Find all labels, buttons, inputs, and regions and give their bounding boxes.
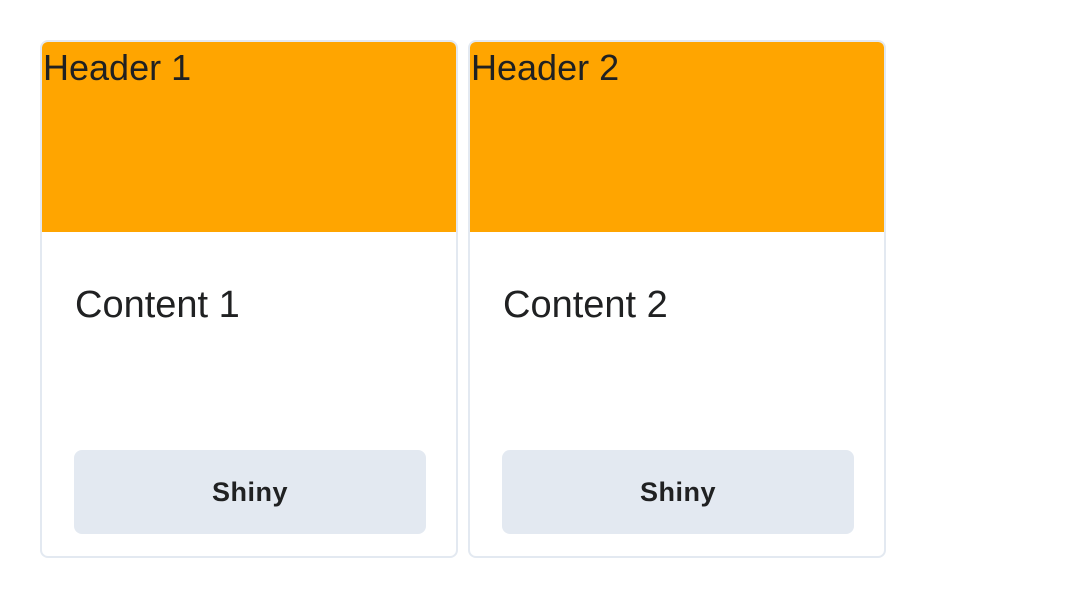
card-1: Header 1 Content 1 Shiny [40, 40, 458, 558]
card-list: Header 1 Content 1 Shiny Header 2 Conten… [40, 40, 886, 558]
card-content-text: Content 1 [75, 284, 240, 326]
card-header: Header 1 [42, 42, 456, 232]
shiny-button[interactable]: Shiny [502, 450, 854, 534]
card-content-text: Content 2 [503, 284, 668, 326]
shiny-button[interactable]: Shiny [74, 450, 426, 534]
card-header-title: Header 1 [43, 47, 192, 88]
card-2: Header 2 Content 2 Shiny [468, 40, 886, 558]
card-header-title: Header 2 [471, 47, 620, 88]
card-header: Header 2 [470, 42, 884, 232]
